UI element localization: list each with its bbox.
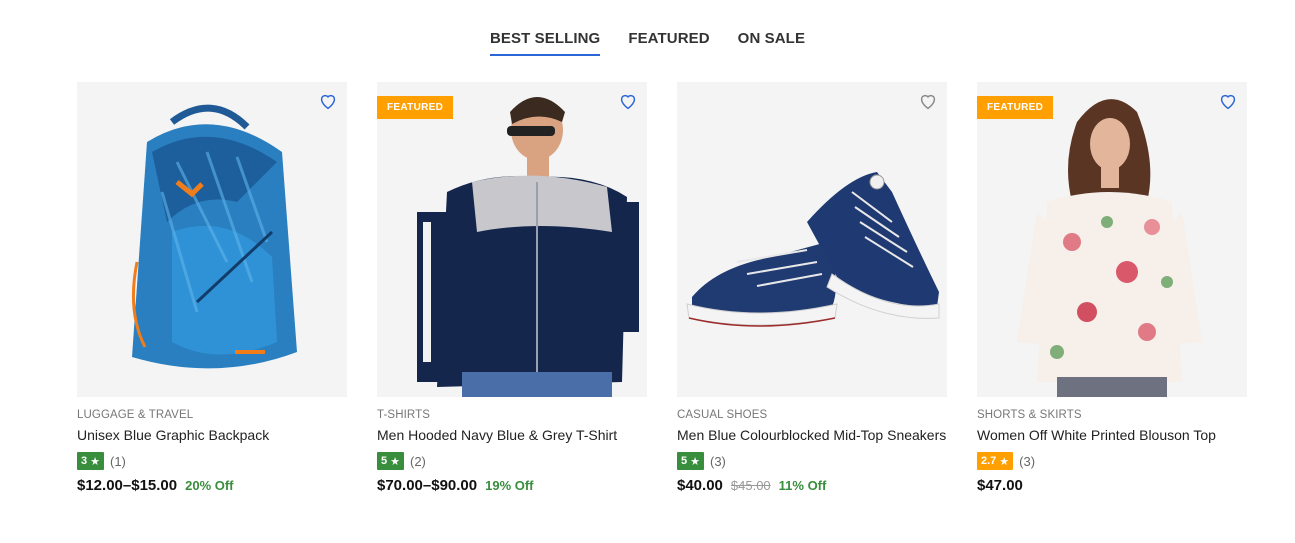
- star-icon: ★: [390, 455, 400, 468]
- product-title[interactable]: Men Hooded Navy Blue & Grey T-Shirt: [377, 427, 647, 443]
- price-row: $12.00–$15.00 20% Off: [77, 477, 347, 494]
- product-category[interactable]: CASUAL SHOES: [677, 409, 947, 421]
- price-row: $70.00–$90.00 19% Off: [377, 477, 647, 494]
- tab-featured[interactable]: FEATURED: [628, 30, 709, 56]
- rating-count: (2): [410, 453, 426, 469]
- rating-badge: 2.7 ★: [977, 452, 1014, 470]
- product-tabs: BEST SELLING FEATURED ON SALE: [0, 30, 1295, 56]
- star-icon: ★: [999, 455, 1010, 468]
- featured-badge: FEATURED: [377, 96, 454, 119]
- rating-value: 5: [381, 455, 388, 467]
- rating-value: 5: [681, 455, 688, 467]
- discount-text: 19% Off: [485, 478, 534, 493]
- original-price: $45.00: [730, 478, 771, 493]
- rating-value: 3: [81, 455, 88, 467]
- rating-badge: 5 ★: [377, 452, 404, 470]
- rating-badge: 5 ★: [677, 452, 704, 470]
- price-row: $40.00 $45.00 11% Off: [677, 477, 947, 494]
- product-price: $70.00–$90.00: [377, 477, 478, 494]
- discount-text: 20% Off: [185, 478, 234, 493]
- product-image-area[interactable]: [677, 82, 947, 397]
- product-category[interactable]: T-SHIRTS: [377, 409, 647, 421]
- rating-row: 5 ★ (3): [677, 452, 947, 470]
- product-category[interactable]: LUGGAGE & TRAVEL: [77, 409, 347, 421]
- product-price: $47.00: [977, 477, 1023, 494]
- price-row: $47.00: [977, 477, 1247, 494]
- rating-row: 3 ★ (1): [77, 452, 347, 470]
- tab-best-selling[interactable]: BEST SELLING: [489, 30, 601, 56]
- featured-badge: FEATURED: [977, 96, 1054, 119]
- discount-text: 11% Off: [778, 478, 827, 493]
- rating-row: 5 ★ (2): [377, 452, 647, 470]
- product-title[interactable]: Unisex Blue Graphic Backpack: [77, 427, 347, 443]
- product-card[interactable]: FEATURED SHORTS & SKIRTS Women Off White…: [977, 82, 1247, 494]
- navy-jacket-image: [417, 97, 639, 397]
- rating-count: (3): [1019, 453, 1036, 469]
- rating-count: (3): [710, 453, 726, 469]
- star-icon: ★: [90, 455, 100, 468]
- floral-blouse-image: [1017, 99, 1202, 397]
- tab-on-sale[interactable]: ON SALE: [738, 30, 805, 56]
- sneakers-image: [686, 172, 940, 327]
- backpack-image: [131, 104, 297, 369]
- product-title[interactable]: Women Off White Printed Blouson Top: [977, 427, 1247, 443]
- product-price: $12.00–$15.00: [77, 477, 178, 494]
- product-image-area[interactable]: FEATURED: [377, 82, 647, 397]
- product-title[interactable]: Men Blue Colourblocked Mid-Top Sneakers: [677, 427, 947, 443]
- rating-value: 2.7: [981, 455, 997, 467]
- product-card[interactable]: LUGGAGE & TRAVEL Unisex Blue Graphic Bac…: [77, 82, 347, 494]
- product-card[interactable]: CASUAL SHOES Men Blue Colourblocked Mid-…: [677, 82, 947, 494]
- product-price: $40.00: [677, 477, 723, 494]
- wishlist-heart-icon[interactable]: [617, 90, 639, 112]
- product-image-area[interactable]: [77, 82, 347, 397]
- wishlist-heart-icon[interactable]: [1217, 90, 1239, 112]
- star-icon: ★: [690, 455, 700, 468]
- wishlist-heart-icon[interactable]: [317, 90, 339, 112]
- product-category[interactable]: SHORTS & SKIRTS: [977, 409, 1247, 421]
- product-card[interactable]: FEATURED T-SHIRTS Men Hooded Navy Blue &…: [377, 82, 647, 494]
- product-image-area[interactable]: FEATURED: [977, 82, 1247, 397]
- rating-badge: 3 ★: [77, 452, 104, 470]
- rating-row: 2.7 ★ (3): [977, 452, 1247, 470]
- rating-count: (1): [110, 453, 126, 469]
- wishlist-heart-icon[interactable]: [917, 90, 939, 112]
